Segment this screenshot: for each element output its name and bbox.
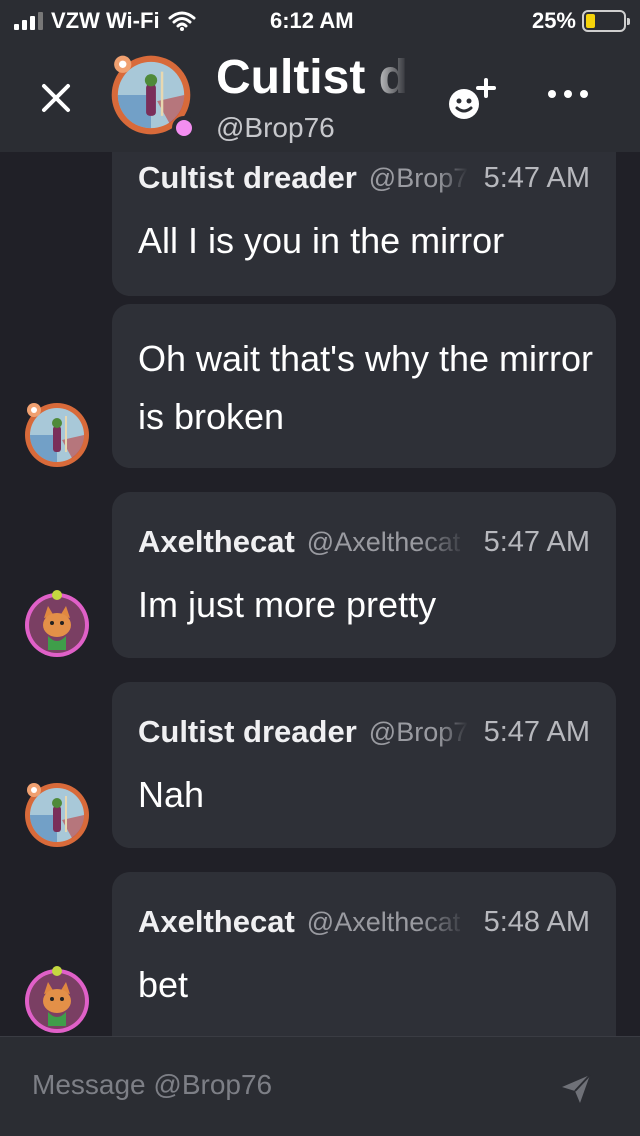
message-text: All I is you in the mirror xyxy=(138,220,505,261)
message-time: 5:47 AM xyxy=(483,161,590,194)
status-time: 6:12 AM xyxy=(270,8,354,33)
message-handle: @Axelthecat xyxy=(306,526,461,557)
message-card[interactable]: Cultist dreader @Brop76 5:47 AM All I is… xyxy=(112,152,616,296)
message-handle: @Brop76 xyxy=(368,716,468,747)
composer-bar xyxy=(0,1036,640,1136)
battery-level xyxy=(586,14,595,28)
battery-tip xyxy=(627,18,630,25)
carrier-label: VZW Wi-Fi xyxy=(51,8,160,33)
message-author[interactable]: Cultist dreader xyxy=(138,160,357,196)
battery-icon xyxy=(582,10,630,32)
message-list[interactable]: Cultist dreader @Brop76 5:47 AM All I is… xyxy=(0,152,640,1036)
wifi-icon xyxy=(168,11,196,31)
signal-icon xyxy=(14,12,43,30)
message-text: Nah xyxy=(138,774,205,815)
status-bar: VZW Wi-Fi 6:12 AM 25% xyxy=(0,0,640,40)
header-handle: @Brop76 xyxy=(216,112,335,143)
author-avatar[interactable] xyxy=(22,590,92,660)
message-card[interactable]: Oh wait that's why the mirror is broken xyxy=(112,304,616,468)
message-card[interactable]: Axelthecat @Axelthecat 5:48 AM bet xyxy=(112,872,616,1036)
message-header: Axelthecat @Axelthecat 5:48 AM xyxy=(138,902,590,942)
author-avatar[interactable] xyxy=(22,400,92,470)
message-handle: @Brop76 xyxy=(368,162,468,193)
message-author[interactable]: Axelthecat xyxy=(138,524,295,560)
more-icon[interactable] xyxy=(548,84,592,104)
message-header: Cultist dreader @Brop76 5:47 AM xyxy=(138,158,590,198)
message-handle: @Axelthecat xyxy=(306,906,461,937)
message-author[interactable]: Axelthecat xyxy=(138,904,295,940)
message-text: Im just more pretty xyxy=(138,584,437,625)
message-time: 5:47 AM xyxy=(483,525,590,558)
message-card[interactable]: Axelthecat @Axelthecat 5:47 AM Im just m… xyxy=(112,492,616,658)
dm-header: Cultist dreader @Brop76 xyxy=(0,40,640,152)
message-text: bet xyxy=(138,964,189,1005)
message-time: 5:47 AM xyxy=(483,715,590,748)
message-text: Oh wait that's why the mirror is broken xyxy=(138,338,594,437)
message-author[interactable]: Cultist dreader xyxy=(138,714,357,750)
send-icon[interactable] xyxy=(560,1073,592,1105)
author-avatar[interactable] xyxy=(22,780,92,850)
header-name[interactable]: Cultist dreader xyxy=(216,50,408,106)
message-header: Cultist dreader @Brop76 5:47 AM xyxy=(138,712,590,752)
author-avatar[interactable] xyxy=(22,966,92,1036)
add-friend-icon[interactable] xyxy=(444,78,498,124)
battery-percent: 25% xyxy=(531,8,576,33)
close-icon[interactable] xyxy=(36,78,76,118)
message-time: 5:48 AM xyxy=(483,905,590,938)
online-status-dot xyxy=(172,116,196,140)
message-input[interactable] xyxy=(32,1063,512,1107)
message-header: Axelthecat @Axelthecat 5:47 AM xyxy=(138,522,590,562)
status-right: 25% xyxy=(531,8,630,34)
message-card[interactable]: Cultist dreader @Brop76 5:47 AM Nah xyxy=(112,682,616,848)
status-left: VZW Wi-Fi xyxy=(14,8,196,34)
